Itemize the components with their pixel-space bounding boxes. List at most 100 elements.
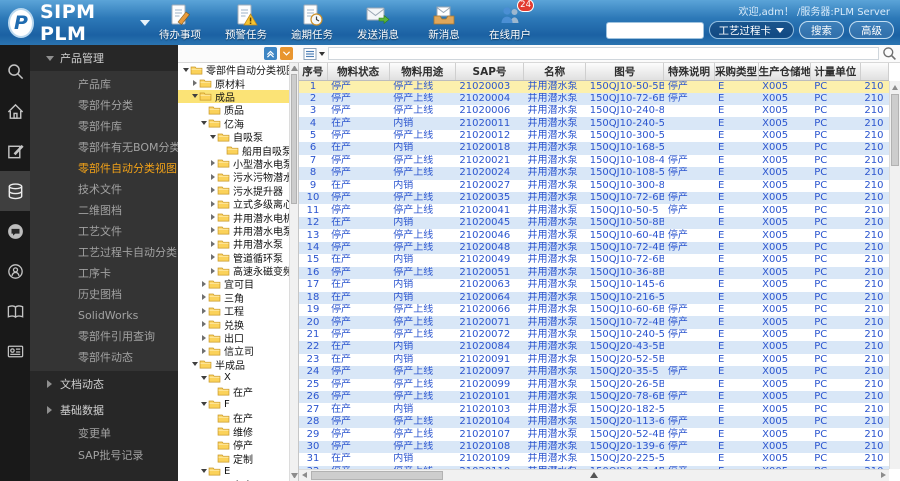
tree-node[interactable]: 零部件自动分类视图 (178, 63, 289, 77)
chevron-down-icon[interactable] (199, 469, 208, 474)
tree-node[interactable]: 定制 (178, 451, 289, 466)
topbar-action-alert-tasks[interactable]: 预警任务 (220, 3, 272, 42)
topbar-action-todo[interactable]: 待办事项 (154, 3, 206, 42)
tree-node[interactable]: F (178, 398, 289, 411)
table-row[interactable]: 2停产停产上线21020004井用潜水泵150QJ10-72-6BH停产EX00… (299, 92, 889, 105)
strip-broadcast-icon[interactable] (0, 251, 30, 291)
tree-node[interactable]: 污水提升器 (178, 184, 289, 198)
scroll-left-icon[interactable] (302, 472, 307, 478)
chevron-right-icon[interactable] (208, 200, 217, 207)
chevron-right-icon[interactable] (208, 254, 217, 261)
panel-expander-icon[interactable] (590, 472, 598, 478)
tree-node[interactable]: 质品 (178, 103, 289, 117)
menu-item[interactable]: 工艺过程卡自动分类 (30, 242, 178, 263)
chevron-down-icon[interactable] (199, 121, 208, 126)
strip-chat-icon[interactable] (0, 211, 30, 251)
menu-section-0[interactable]: 产品管理 (30, 45, 178, 71)
tree-node[interactable]: 维修 (178, 425, 289, 439)
scroll-right-icon[interactable] (881, 472, 886, 478)
scroll-up-icon[interactable] (291, 66, 298, 71)
chevron-right-icon[interactable] (199, 347, 208, 354)
chevron-right-icon[interactable] (208, 227, 217, 234)
table-row[interactable]: 13 停产 停产上线 21020046 井用潜水泵 150QJ10-60-4BE 停产 E X0… (299, 229, 889, 242)
menu-item[interactable]: 零部件自动分类视图 (30, 158, 178, 179)
column-header[interactable]: 序号 (299, 63, 328, 81)
table-row[interactable]: 10 停产 停产上线 21020035 井用潜水泵 150QJ10-72-6BE 停产 E X0… (299, 192, 889, 205)
menu-item[interactable]: 产品库 (30, 74, 178, 95)
table-hscroll-thumb[interactable] (311, 471, 443, 480)
tree-node[interactable]: 原材料 (178, 76, 289, 91)
table-row[interactable]: 29停产停产上线21020107井用潜水泵150QJ20-52-4BH停产EX0… (299, 428, 889, 441)
table-row[interactable]: 8 停产 停产上线 21020024 井用潜水泵 150QJ10-108-5.. 停产 E X0… (299, 167, 889, 180)
tree-node[interactable]: 出口 (178, 331, 289, 345)
column-header[interactable]: 名称 (523, 63, 587, 81)
table-row[interactable]: 11 停产 停产上线 21020041 井用潜水泵 150QJ10-50-5 停产 E X005… (299, 204, 889, 217)
column-chooser-icon[interactable] (303, 47, 325, 61)
tree-node[interactable]: 污水污物潜水电泵 (178, 170, 289, 184)
menu-item[interactable]: 零部件分类 (30, 95, 178, 116)
menu-item[interactable]: 零部件动态 (30, 347, 178, 368)
table-row[interactable]: 5 停产 停产上线 21020012 井用潜水泵 150QJ10-300-5.. E X005… (299, 129, 889, 143)
chevron-down-icon[interactable] (199, 375, 208, 380)
menu-section-2[interactable]: 基础数据 (30, 397, 178, 423)
table-row[interactable]: 19 停产 停产上线 21020066 井用潜水泵 150QJ10-60-6BE 停产 E X0… (299, 303, 889, 317)
tree-node[interactable]: 半成品 (178, 358, 289, 372)
tree-node[interactable]: 信立司 (178, 344, 289, 358)
chevron-right-icon[interactable] (199, 294, 208, 301)
menu-section-1[interactable]: 文档动态 (30, 371, 178, 397)
column-header[interactable]: 采购类型 (714, 63, 759, 81)
strip-idcard-icon[interactable] (0, 331, 30, 371)
table-vscroll-thumb[interactable] (891, 94, 899, 166)
topbar-action-send-message[interactable]: 发送消息 (352, 3, 404, 42)
tree-node[interactable]: 井用潜水电机 (178, 210, 289, 225)
chevron-right-icon[interactable] (199, 334, 208, 341)
menu-item[interactable]: 二维图档 (30, 200, 178, 221)
strip-book-icon[interactable] (0, 291, 30, 331)
tree-node[interactable]: 井用潜水电泵 (178, 224, 289, 238)
tree-node[interactable]: 小型潜水电泵 (178, 157, 289, 171)
scroll-up-icon[interactable] (892, 85, 898, 90)
table-scrollbar-vertical[interactable] (889, 81, 900, 469)
table-row[interactable]: 12 在产 内销 21020045 井用潜水泵 150QJ10-50-8B.. E X005 P… (299, 216, 889, 230)
tree-node[interactable]: 船用自吸泵 (178, 143, 289, 158)
tree-node[interactable]: 亿海 (178, 117, 289, 131)
topbar-action-new-message[interactable]: 新消息 (418, 3, 470, 42)
table-row[interactable]: 27 在产 内销 21020103 井用潜水泵 150QJ20-182-5.. E X005 P… (299, 403, 889, 416)
chevron-right-icon[interactable] (199, 307, 208, 314)
menu-item[interactable]: 工艺文件 (30, 221, 178, 242)
chevron-down-icon[interactable] (190, 94, 199, 99)
menu-item[interactable]: SolidWorks (30, 305, 178, 326)
table-row[interactable]: 26停产停产上线21020101井用潜水泵150QJ20-78-6BH停产EX0… (299, 391, 889, 404)
column-header[interactable]: 图号 (585, 63, 665, 81)
table-row[interactable]: 28 停产 停产上线 21020104 井用潜水泵 150QJ20-113-6.. 停产 E X… (299, 415, 889, 429)
column-header[interactable]: SAP号 (455, 63, 525, 81)
table-row[interactable]: 18 在产 内销 21020064 井用潜水泵 150QJ10-216-5.. E X005 P… (299, 291, 889, 304)
chevron-down-icon[interactable] (190, 362, 199, 367)
search-icon[interactable] (882, 46, 897, 61)
column-header[interactable]: 计量单位 (810, 63, 861, 81)
table-row[interactable]: 21 停产 停产上线 21020072 井用潜水泵 150QJ10-240-5.. 停产 E X… (299, 328, 889, 342)
table-row[interactable]: 25 停产 停产上线 21020099 井用潜水泵 150QJ20-26-5B.. E X00… (299, 378, 889, 391)
scroll-down-icon[interactable] (291, 473, 298, 478)
table-row[interactable]: 7 停产 停产上线 21020021 井用潜水泵 150QJ10-108-4.. 停产 E X0… (299, 154, 889, 168)
table-row[interactable]: 9 在产 内销 21020027 井用潜水泵 150QJ10-300-8.. E X005 PC… (299, 179, 889, 192)
tree-node[interactable]: 宜可目 (178, 277, 289, 291)
menu-item[interactable]: 历史图档 (30, 284, 178, 305)
chevron-right-icon[interactable] (208, 173, 217, 180)
table-scrollbar-horizontal[interactable] (299, 469, 889, 481)
search-type-dropdown[interactable]: 工艺过程卡 (708, 21, 794, 39)
chevron-down-icon[interactable] (199, 402, 208, 407)
strip-home-icon[interactable] (0, 91, 30, 131)
chevron-down-icon[interactable] (140, 19, 150, 26)
advanced-button[interactable]: 高级 (849, 21, 894, 39)
strip-app-search-icon[interactable] (0, 51, 30, 91)
menu-item[interactable]: 技术文件 (30, 179, 178, 200)
table-row[interactable]: 4 在产 内销 21020011 井用潜水泵 150QJ10-240-5.. E X005 PC… (299, 117, 889, 130)
column-header[interactable]: 生产仓储地点 (758, 63, 811, 81)
topbar-action-online-users[interactable]: 24 在线用户 (484, 0, 536, 42)
chevron-right-icon[interactable] (208, 160, 217, 167)
table-row[interactable]: 14 停产 停产上线 21020048 井用潜水泵 150QJ10-72-4BE 停产 E X0… (299, 241, 889, 255)
chevron-right-icon[interactable] (208, 240, 217, 247)
chevron-right-icon[interactable] (208, 267, 217, 274)
app-logo[interactable]: P SIPM PLM (0, 1, 150, 45)
